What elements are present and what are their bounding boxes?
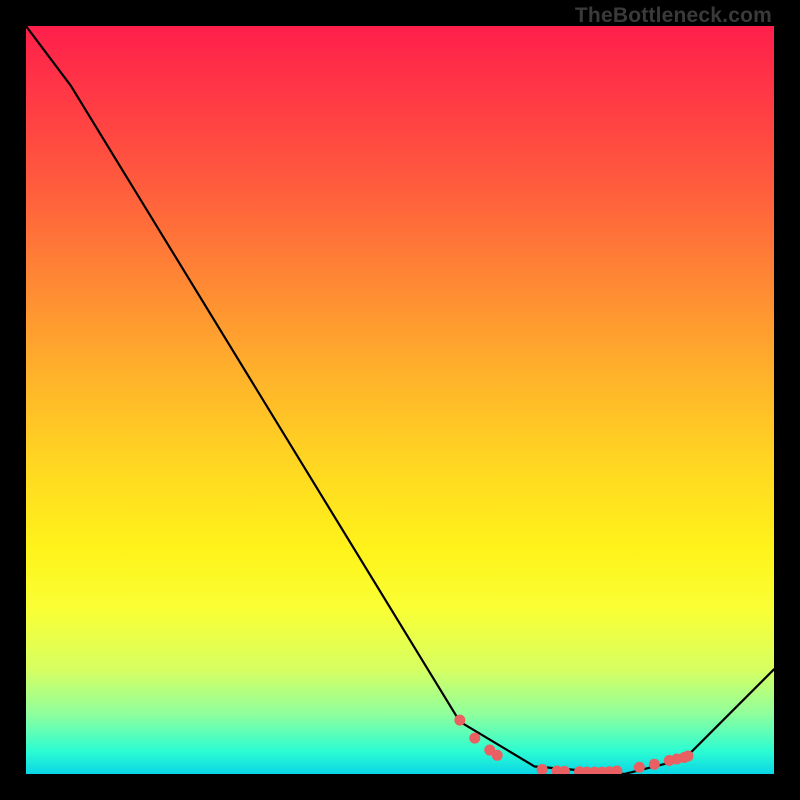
chart-marker — [469, 733, 480, 744]
chart-marker — [537, 764, 548, 774]
chart-marker — [492, 750, 503, 761]
chart-svg — [26, 26, 774, 774]
chart-line — [26, 26, 774, 774]
chart-marker — [649, 759, 660, 770]
chart-marker — [454, 715, 465, 726]
chart-root: TheBottleneck.com — [0, 0, 800, 800]
chart-marker — [634, 762, 645, 773]
plot-area — [26, 26, 774, 774]
chart-marker — [611, 766, 622, 774]
watermark-text: TheBottleneck.com — [575, 4, 772, 28]
chart-markers — [454, 715, 693, 774]
chart-marker — [682, 751, 693, 762]
